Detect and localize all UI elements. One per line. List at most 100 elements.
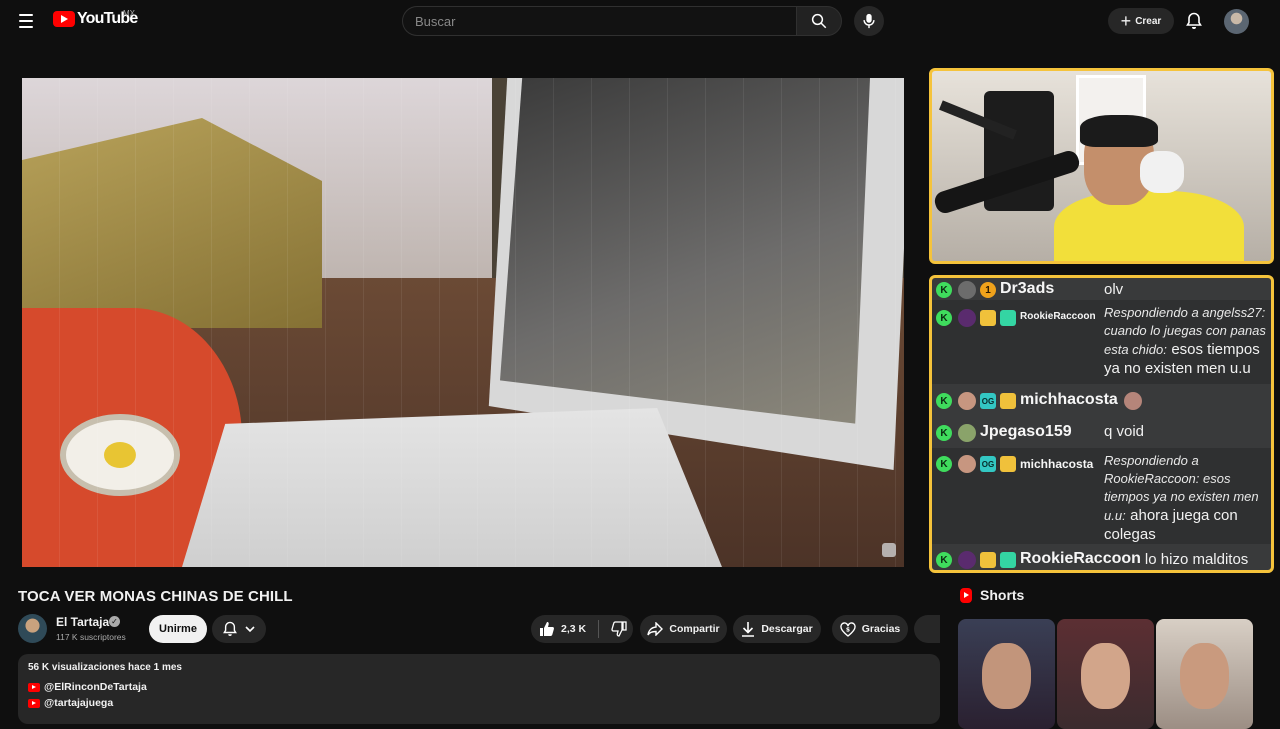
chat-message: K 1 Dr3ads olv — [932, 278, 1271, 300]
voice-search-button[interactable] — [854, 6, 884, 36]
og-badge-icon: OG — [980, 393, 996, 409]
short-thumbnail[interactable] — [1057, 619, 1154, 729]
short-thumbnail-face — [1081, 643, 1130, 710]
user-avatar[interactable] — [1224, 9, 1249, 34]
download-label: Descargar — [761, 623, 813, 635]
kick-icon: K — [936, 456, 952, 472]
chat-overlay: K 1 Dr3ads olv K RookieRaccoon Respondie… — [929, 275, 1274, 573]
video-frame — [22, 78, 904, 567]
chat-message: K OG michhacosta — [932, 384, 1271, 416]
search-input[interactable] — [402, 6, 797, 36]
subscriber-count: 117 K suscriptores — [56, 632, 126, 642]
shorts-title: Shorts — [980, 587, 1025, 603]
create-button[interactable]: + Crear — [1108, 8, 1174, 34]
more-actions-button[interactable] — [914, 615, 940, 643]
view-count-date: 56 K visualizaciones hace 1 mes — [28, 662, 182, 673]
chat-avatar — [958, 309, 976, 327]
chat-avatar — [958, 280, 976, 299]
webcam-streamer — [1054, 111, 1244, 261]
description-link[interactable]: @tartajajuega — [28, 697, 930, 709]
chat-username: RookieRaccoon — [1020, 311, 1096, 322]
subscription-notify-button[interactable] — [212, 615, 266, 643]
short-thumbnail[interactable] — [1156, 619, 1253, 729]
kick-icon: K — [936, 393, 952, 409]
like-count[interactable]: 2,3 K — [561, 623, 586, 635]
webcam-overlay — [929, 68, 1274, 264]
chat-message-body: Respondiendo a angelss27: cuando lo jueg… — [1104, 304, 1268, 378]
gift-box-badge-icon — [1000, 456, 1016, 472]
description-link-text[interactable]: @tartajajuega — [44, 697, 113, 709]
chat-username: RookieRaccoon — [1020, 550, 1141, 567]
youtube-play-icon — [53, 11, 75, 27]
verified-icon: ✓ — [109, 616, 120, 627]
kick-icon: K — [936, 310, 952, 326]
chat-badge-number: 1 — [980, 282, 996, 298]
chat-avatar — [958, 455, 976, 473]
chat-badge-raccoon — [980, 552, 996, 568]
join-button[interactable]: Unirme — [149, 615, 207, 643]
short-thumbnail-face — [982, 643, 1031, 710]
youtube-icon — [28, 698, 40, 708]
gift-badge-icon — [1000, 310, 1016, 326]
like-dislike-group: 2,3 K — [531, 615, 633, 643]
country-code: MX — [123, 9, 135, 18]
chat-username: michhacosta — [1020, 391, 1118, 408]
chat-message-body: Respondiendo a RookieRaccoon: esos tiemp… — [1104, 452, 1264, 544]
thanks-button[interactable]: $ Gracias — [832, 615, 908, 643]
microphone-icon — [863, 13, 875, 29]
og-badge-icon: OG — [980, 456, 996, 472]
create-label: Crear — [1135, 15, 1162, 27]
description-link[interactable]: @ElRinconDeTartaja — [28, 681, 930, 693]
thanks-label: Gracias — [861, 623, 901, 635]
channel-avatar[interactable] — [18, 614, 47, 643]
short-thumbnail[interactable] — [958, 619, 1055, 729]
download-icon — [742, 622, 755, 637]
dislike-icon[interactable] — [611, 621, 627, 637]
kick-icon: K — [936, 282, 952, 298]
kick-icon: K — [936, 425, 952, 441]
menu-icon[interactable] — [14, 9, 40, 33]
top-bar: YouTube MX + Crear — [0, 0, 1280, 42]
chat-text: lo hizo malditos — [1144, 551, 1249, 568]
video-player[interactable] — [22, 78, 904, 567]
notifications-button[interactable] — [1183, 10, 1205, 32]
search-button[interactable] — [796, 6, 842, 36]
like-divider — [598, 620, 600, 638]
gift-badge-icon — [1000, 552, 1016, 568]
gift-box-badge-icon — [1000, 393, 1016, 409]
chat-username: Dr3ads — [1000, 280, 1055, 297]
share-button[interactable]: Compartir — [640, 615, 727, 643]
chat-username: Jpegaso159 — [980, 423, 1072, 440]
chat-avatar — [958, 550, 976, 569]
chevron-down-icon — [245, 626, 255, 633]
chat-avatar — [958, 423, 976, 442]
bell-icon — [1186, 12, 1202, 29]
video-title: TOCA VER MONAS CHINAS DE CHILL — [18, 588, 293, 605]
video-noise-lines — [22, 78, 904, 567]
chat-badge-raccoon — [980, 310, 996, 326]
thanks-heart-icon: $ — [840, 621, 856, 637]
youtube-icon — [28, 682, 40, 692]
share-icon — [647, 622, 664, 636]
download-button[interactable]: Descargar — [733, 615, 821, 643]
kick-icon: K — [936, 552, 952, 568]
chat-message: K RookieRaccoon lo hizo malditos — [932, 544, 1271, 570]
like-icon[interactable] — [539, 621, 555, 637]
chat-message: K RookieRaccoon Respondiendo a angelss27… — [932, 300, 1271, 384]
description-box[interactable]: 56 K visualizaciones hace 1 mes @ElRinco… — [18, 654, 940, 724]
chat-username: michhacosta — [1020, 457, 1094, 471]
channel-watermark-icon[interactable] — [882, 543, 896, 557]
chat-message: K Jpegaso159 q void — [932, 416, 1271, 448]
bell-icon — [223, 621, 237, 636]
search-icon — [811, 13, 827, 29]
chat-text: q void — [1104, 423, 1145, 440]
description-link-text[interactable]: @ElRinconDeTartaja — [44, 681, 147, 693]
webcam-mug — [1140, 151, 1184, 193]
shorts-icon — [960, 587, 972, 603]
share-label: Compartir — [669, 623, 720, 635]
svg-text:$: $ — [846, 626, 850, 633]
short-thumbnail-face — [1180, 643, 1229, 710]
channel-name[interactable]: El Tartaja — [56, 615, 109, 629]
plus-icon: + — [1120, 11, 1132, 31]
chat-message: K OG michhacosta Respondiendo a RookieRa… — [932, 448, 1271, 544]
